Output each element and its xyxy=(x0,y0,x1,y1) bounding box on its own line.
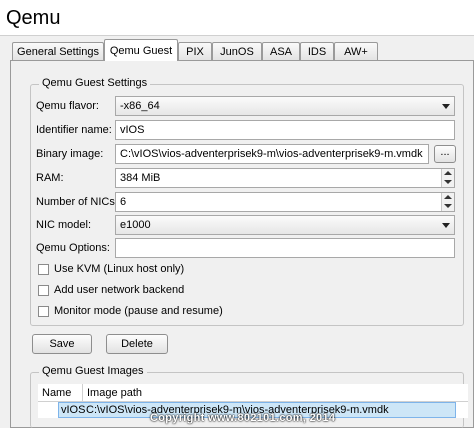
binary-image-label: Binary image: xyxy=(36,148,104,160)
kvm-checkbox[interactable] xyxy=(38,264,49,275)
nics-label: Number of NICs: xyxy=(36,196,118,208)
group-title: Qemu Guest Images xyxy=(39,365,147,377)
nics-spin-buttons[interactable] xyxy=(441,193,454,211)
chevron-down-icon xyxy=(442,104,450,109)
copyright-watermark: Copyright www.802101.com, 2014 xyxy=(150,412,336,424)
user-network-label: Add user network backend xyxy=(54,284,185,296)
user-network-checkbox[interactable] xyxy=(38,285,49,296)
ram-spinbox[interactable]: 384 MiB xyxy=(115,168,455,188)
flavor-value: -x86_64 xyxy=(120,100,160,112)
tab-qemu-guest[interactable]: Qemu Guest xyxy=(104,39,178,61)
column-name-header[interactable]: Name xyxy=(42,384,71,402)
ram-label: RAM: xyxy=(36,172,64,184)
tab-junos[interactable]: JunOS xyxy=(212,42,262,60)
save-button[interactable]: Save xyxy=(32,334,92,354)
nics-spinbox[interactable]: 6 xyxy=(115,192,455,212)
tab-pix[interactable]: PIX xyxy=(178,42,212,60)
tab-ids[interactable]: IDS xyxy=(300,42,334,60)
spin-up-icon xyxy=(444,171,452,175)
spin-down-icon xyxy=(444,180,452,184)
nic-model-value: e1000 xyxy=(120,219,151,231)
tab-asa[interactable]: ASA xyxy=(262,42,300,60)
browse-button[interactable]: ... xyxy=(434,145,456,163)
spin-down-icon xyxy=(444,204,452,208)
tab-general-settings[interactable]: General Settings xyxy=(12,42,104,60)
spin-up-icon xyxy=(444,195,452,199)
tab-aw-plus[interactable]: AW+ xyxy=(334,42,378,60)
flavor-select[interactable]: -x86_64 xyxy=(115,96,455,116)
ram-value: 384 MiB xyxy=(120,172,161,184)
binary-image-input[interactable]: C:\vIOS\vios-adventerprisek9-m\vios-adve… xyxy=(115,144,429,164)
kvm-label: Use KVM (Linux host only) xyxy=(54,263,185,275)
monitor-mode-checkbox[interactable] xyxy=(38,306,49,317)
group-title: Qemu Guest Settings xyxy=(39,77,151,89)
window-title: Qemu xyxy=(0,0,474,36)
images-table-header: Name Image path xyxy=(38,384,468,402)
identifier-input[interactable]: vIOS xyxy=(115,120,455,140)
identifier-label: Identifier name: xyxy=(36,124,112,136)
row-name-cell: vIOS xyxy=(61,404,86,416)
nic-model-label: NIC model: xyxy=(36,219,92,231)
delete-button[interactable]: Delete xyxy=(106,334,168,354)
column-image-path-header[interactable]: Image path xyxy=(87,384,142,402)
qemu-options-input[interactable] xyxy=(115,238,455,258)
flavor-label: Qemu flavor: xyxy=(36,100,99,112)
chevron-down-icon xyxy=(442,223,450,228)
monitor-mode-label: Monitor mode (pause and resume) xyxy=(54,305,223,317)
qemu-options-label: Qemu Options: xyxy=(36,242,110,254)
nic-model-select[interactable]: e1000 xyxy=(115,215,455,235)
ram-spin-buttons[interactable] xyxy=(441,169,454,187)
nics-value: 6 xyxy=(120,196,127,208)
column-separator[interactable] xyxy=(82,384,83,402)
